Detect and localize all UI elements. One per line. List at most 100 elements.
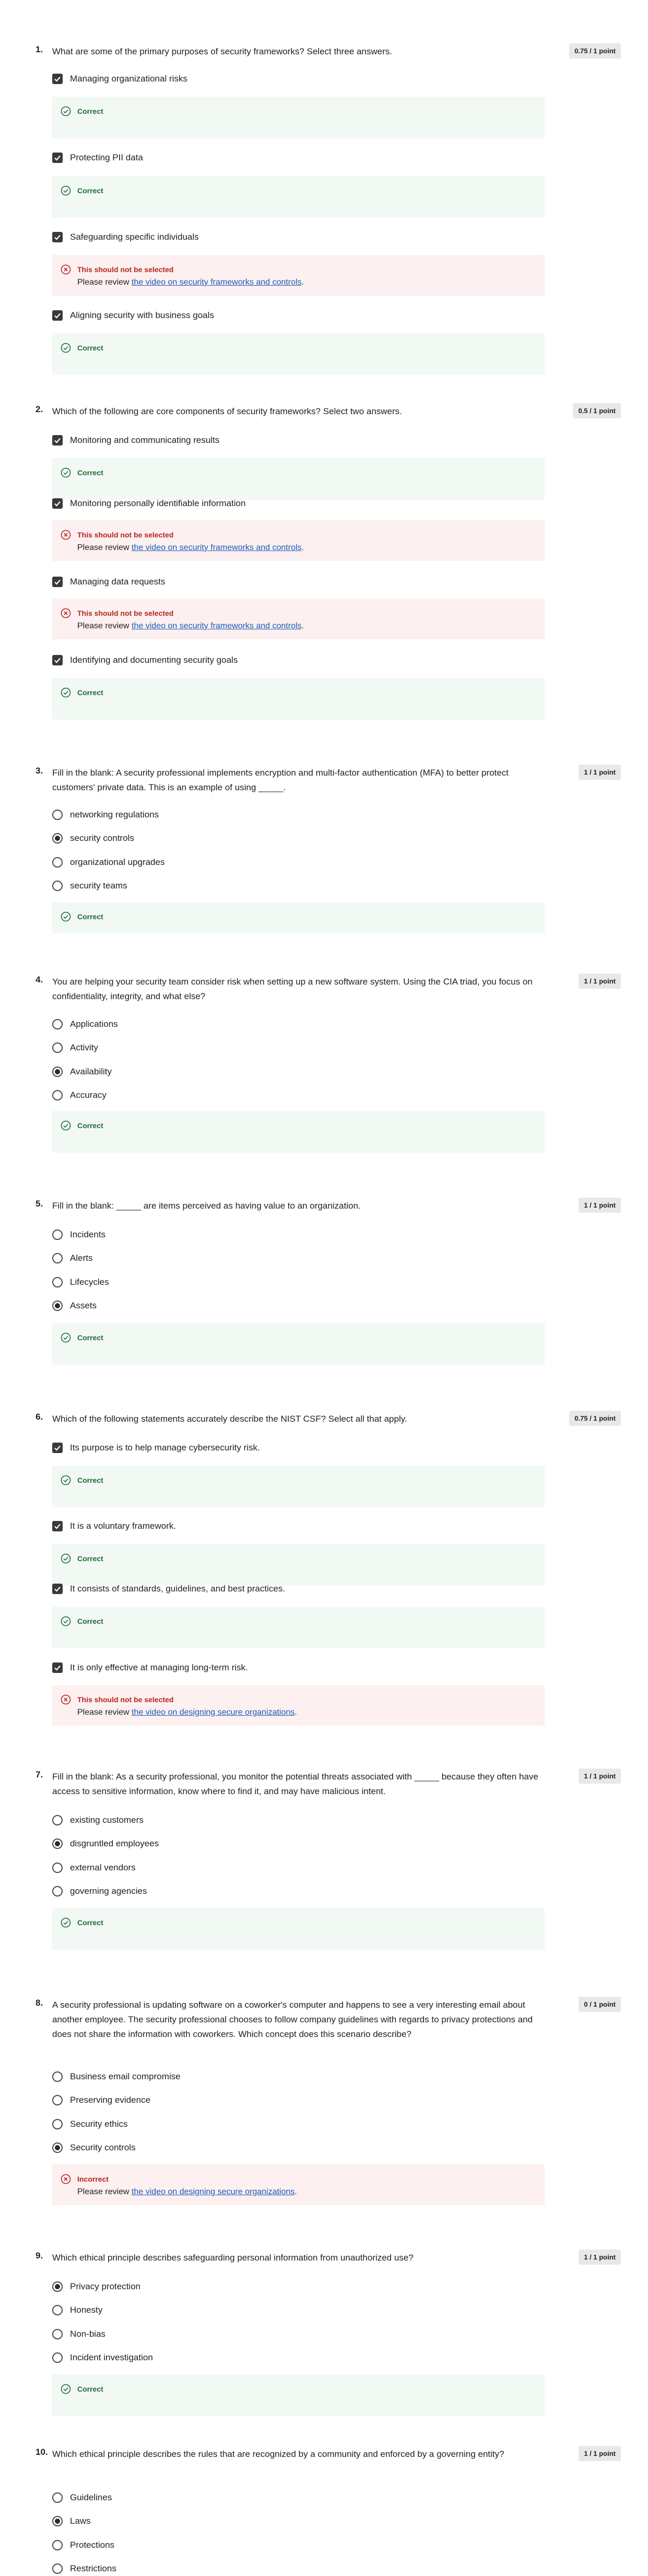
review-link[interactable]: the video on security frameworks and con… <box>132 543 301 552</box>
question-text: Fill in the blank: A security profession… <box>52 768 509 792</box>
option-radio[interactable]: Security controls <box>52 2140 136 2155</box>
radio-button[interactable] <box>52 2540 63 2550</box>
radio-button-selected[interactable] <box>52 2142 63 2153</box>
radio-button[interactable] <box>52 1090 63 1100</box>
option-radio[interactable]: Business email compromise <box>52 2069 181 2084</box>
option-checkbox[interactable]: Protecting PII data <box>52 150 143 165</box>
radio-button-selected[interactable] <box>52 833 63 844</box>
option-radio[interactable]: Lifecycles <box>52 1275 109 1290</box>
radio-button[interactable] <box>52 2352 63 2363</box>
question-text: A security professional is updating soft… <box>52 2000 533 2039</box>
radio-button[interactable] <box>52 2492 63 2503</box>
option-label: Activity <box>70 1043 98 1052</box>
option-radio[interactable]: Activity <box>52 1040 98 1055</box>
option-radio[interactable]: Assets <box>52 1298 97 1313</box>
option-label: external vendors <box>70 1863 136 1872</box>
checkbox-checked[interactable] <box>52 1443 63 1453</box>
radio-button[interactable] <box>52 2095 63 2105</box>
radio-button-selected[interactable] <box>52 1839 63 1849</box>
option-radio[interactable]: security controls <box>52 831 134 846</box>
option-label: Safeguarding specific individuals <box>70 232 199 242</box>
option-checkbox[interactable]: Its purpose is to help manage cybersecur… <box>52 1441 260 1455</box>
checkbox-checked[interactable] <box>52 232 63 242</box>
radio-button[interactable] <box>52 2329 63 2339</box>
checkbox-checked[interactable] <box>52 655 63 665</box>
review-link[interactable]: the video on security frameworks and con… <box>132 622 301 630</box>
review-link[interactable]: the video on designing secure organizati… <box>132 1708 294 1717</box>
option-checkbox[interactable]: Managing organizational risks <box>52 72 187 86</box>
checkmark-icon <box>54 438 61 443</box>
radio-button-selected[interactable] <box>52 1301 63 1311</box>
radio-button[interactable] <box>52 2305 63 2315</box>
option-checkbox[interactable]: Monitoring personally identifiable infor… <box>52 496 245 511</box>
radio-button[interactable] <box>52 1815 63 1825</box>
checkbox-checked[interactable] <box>52 1662 63 1673</box>
checkbox-checked[interactable] <box>52 435 63 446</box>
option-radio[interactable]: Availability <box>52 1064 112 1079</box>
option-radio[interactable]: disgruntled employees <box>52 1836 159 1851</box>
option-radio[interactable]: Restrictions <box>52 2561 116 2576</box>
option-label: security teams <box>70 881 127 891</box>
option-radio[interactable]: Non-bias <box>52 2327 105 2341</box>
checkbox-checked[interactable] <box>52 310 63 321</box>
radio-button[interactable] <box>52 2563 63 2574</box>
feedback-correct: Correct <box>52 1544 545 1586</box>
option-checkbox[interactable]: Monitoring and communicating results <box>52 433 219 448</box>
option-radio[interactable]: Preserving evidence <box>52 2093 150 2107</box>
review-link[interactable]: the video on designing secure organizati… <box>132 2187 294 2196</box>
checkbox-checked[interactable] <box>52 1584 63 1594</box>
option-checkbox[interactable]: Identifying and documenting security goa… <box>52 653 238 668</box>
x-circle-icon <box>61 608 71 618</box>
option-radio[interactable]: Applications <box>52 1017 118 1032</box>
option-label: existing customers <box>70 1815 144 1825</box>
radio-button[interactable] <box>52 1886 63 1896</box>
radio-button[interactable] <box>52 1019 63 1029</box>
review-link[interactable]: the video on security frameworks and con… <box>132 278 301 287</box>
option-radio[interactable]: Security ethics <box>52 2117 128 2132</box>
checkbox-checked[interactable] <box>52 153 63 163</box>
radio-button[interactable] <box>52 1863 63 1873</box>
option-checkbox[interactable]: It consists of standards, guidelines, an… <box>52 1582 285 1596</box>
option-radio[interactable]: Protections <box>52 2538 114 2552</box>
radio-button[interactable] <box>52 857 63 868</box>
option-label: Privacy protection <box>70 2281 141 2291</box>
check-circle-icon <box>61 1332 71 1343</box>
option-radio[interactable]: existing customers <box>52 1813 144 1828</box>
radio-button[interactable] <box>52 2119 63 2129</box>
radio-button-selected[interactable] <box>52 2281 63 2292</box>
radio-button[interactable] <box>52 1230 63 1240</box>
option-checkbox[interactable]: It is only effective at managing long-te… <box>52 1660 248 1675</box>
checkbox-checked[interactable] <box>52 498 63 509</box>
score-badge: 1 / 1 point <box>579 1198 621 1213</box>
radio-button[interactable] <box>52 2071 63 2082</box>
radio-button-selected[interactable] <box>52 2516 63 2526</box>
option-checkbox[interactable]: Aligning security with business goals <box>52 308 214 323</box>
option-radio[interactable]: Laws <box>52 2514 91 2528</box>
option-radio[interactable]: Privacy protection <box>52 2279 140 2294</box>
checkbox-checked[interactable] <box>52 1521 63 1531</box>
checkbox-checked[interactable] <box>52 577 63 587</box>
radio-button[interactable] <box>52 1253 63 1263</box>
option-radio[interactable]: Honesty <box>52 2303 102 2317</box>
option-checkbox[interactable]: Safeguarding specific individuals <box>52 230 199 244</box>
option-radio[interactable]: organizational upgrades <box>52 855 164 870</box>
option-radio[interactable]: security teams <box>52 879 127 893</box>
option-radio[interactable]: Alerts <box>52 1251 92 1266</box>
feedback-title: This should not be selected <box>77 531 174 539</box>
option-radio[interactable]: external vendors <box>52 1860 136 1875</box>
option-radio[interactable]: Incidents <box>52 1227 105 1242</box>
option-label: It is a voluntary framework. <box>70 1521 176 1531</box>
option-radio[interactable]: networking regulations <box>52 807 159 822</box>
radio-button[interactable] <box>52 1043 63 1053</box>
option-checkbox[interactable]: Managing data requests <box>52 575 165 589</box>
checkbox-checked[interactable] <box>52 74 63 84</box>
option-checkbox[interactable]: It is a voluntary framework. <box>52 1519 176 1533</box>
radio-button[interactable] <box>52 881 63 891</box>
radio-button[interactable] <box>52 810 63 820</box>
option-radio[interactable]: Guidelines <box>52 2490 112 2505</box>
radio-button-selected[interactable] <box>52 1067 63 1077</box>
option-radio[interactable]: Accuracy <box>52 1088 107 1103</box>
radio-button[interactable] <box>52 1277 63 1287</box>
option-radio[interactable]: governing agencies <box>52 1884 147 1899</box>
option-radio[interactable]: Incident investigation <box>52 2350 153 2365</box>
